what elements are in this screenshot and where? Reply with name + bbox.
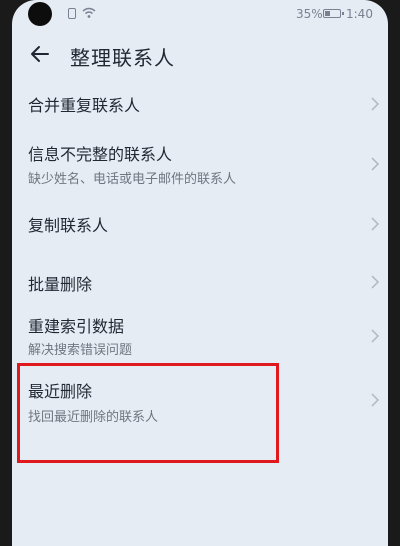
- battery-percent: 35%: [296, 7, 323, 21]
- chevron-right-icon: [371, 217, 380, 231]
- phone-screen: 35% 1:40 整理联系人 合并重复联系人 信息不完整的联系人 缺少姓名、电话…: [12, 0, 388, 546]
- highlight-annotation-box: [17, 363, 279, 463]
- menu-item-title: 合并重复联系人: [28, 96, 141, 115]
- wifi-icon: [82, 7, 96, 18]
- menu-item-subtitle: 缺少姓名、电话或电子邮件的联系人: [28, 172, 237, 187]
- battery-fill: [325, 11, 330, 16]
- chevron-right-icon: [371, 393, 380, 407]
- status-bar: 35% 1:40: [12, 0, 388, 32]
- front-camera: [28, 2, 52, 26]
- clock: 1:40: [346, 7, 373, 21]
- chevron-right-icon: [371, 97, 380, 111]
- app-header: 整理联系人: [12, 34, 388, 74]
- menu-item-incomplete-contacts[interactable]: 信息不完整的联系人 缺少姓名、电话或电子邮件的联系人: [12, 130, 388, 190]
- menu-item-batch-delete[interactable]: 批量删除: [12, 256, 388, 306]
- menu-item-title: 重建索引数据: [28, 317, 125, 336]
- chevron-right-icon: [371, 329, 380, 343]
- sim-card-icon: [68, 8, 76, 19]
- menu-item-rebuild-index[interactable]: 重建索引数据 解决搜索错误问题: [12, 306, 388, 366]
- menu-item-merge-duplicates[interactable]: 合并重复联系人: [12, 78, 388, 128]
- chevron-right-icon: [371, 157, 380, 171]
- back-arrow-icon[interactable]: [26, 40, 54, 68]
- page-title: 整理联系人: [70, 46, 175, 70]
- menu-item-title: 信息不完整的联系人: [28, 145, 173, 164]
- chevron-right-icon: [371, 275, 380, 289]
- battery-icon: [323, 9, 344, 18]
- menu-item-title: 批量删除: [28, 275, 93, 294]
- menu-item-title: 复制联系人: [28, 216, 109, 235]
- menu-item-subtitle: 解决搜索错误问题: [28, 343, 133, 358]
- menu-item-copy-contacts[interactable]: 复制联系人: [12, 196, 388, 246]
